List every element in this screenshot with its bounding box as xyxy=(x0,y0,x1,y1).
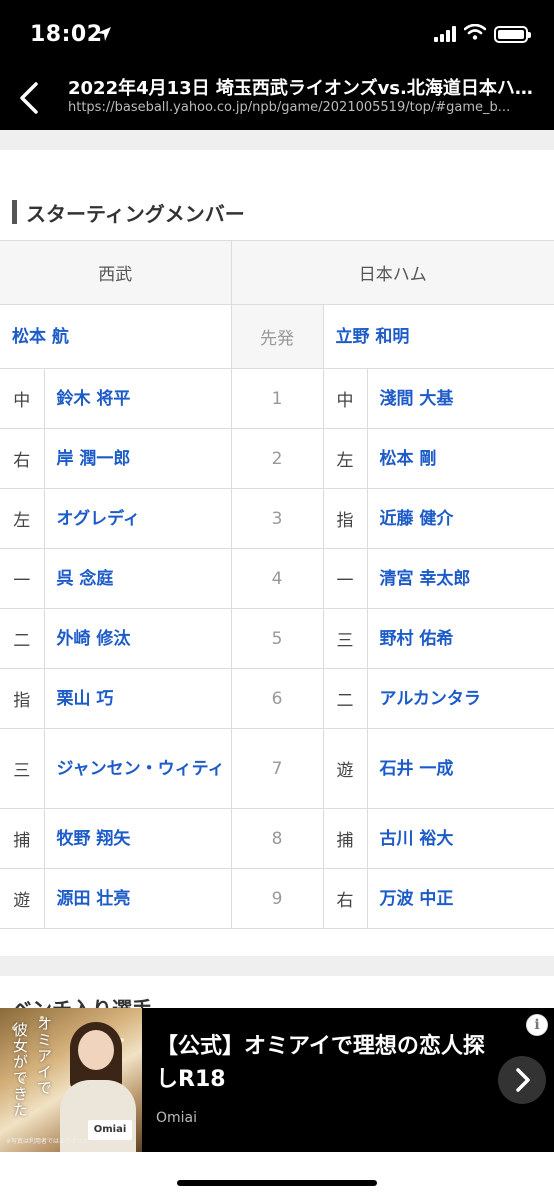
player-name-away[interactable]: 万波 中正 xyxy=(366,868,554,929)
player-name-away[interactable]: アルカンタラ xyxy=(366,668,554,729)
team-name-home: 西武 xyxy=(0,240,232,305)
batting-order: 5 xyxy=(230,608,324,669)
ad-headline[interactable]: 【公式】オミアイで理想の恋人探しR18 xyxy=(156,1030,494,1096)
position-home: 三 xyxy=(0,728,45,809)
ad-next-button[interactable] xyxy=(498,1056,546,1104)
section-marker xyxy=(12,200,17,224)
player-name-away[interactable]: 近藤 健介 xyxy=(366,488,554,549)
position-away: 遊 xyxy=(322,728,368,809)
player-name-away[interactable]: 古川 裕大 xyxy=(366,808,554,869)
batting-order: 1 xyxy=(230,368,324,429)
position-away: 一 xyxy=(322,548,368,609)
table-row: 遊 源田 壮亮 9 右 万波 中正 xyxy=(0,868,554,929)
player-name-home[interactable]: 源田 壮亮 xyxy=(43,868,232,929)
section-divider xyxy=(0,956,554,976)
status-icons xyxy=(434,23,531,44)
player-name-away[interactable]: 石井 一成 xyxy=(366,728,554,809)
player-name-away[interactable]: 松本 剛 xyxy=(366,428,554,489)
position-home: 一 xyxy=(0,548,45,609)
batting-order: 3 xyxy=(230,488,324,549)
position-away: 三 xyxy=(322,608,368,669)
player-name-home[interactable]: 外崎 修汰 xyxy=(43,608,232,669)
starting-pitcher-away[interactable]: 立野 和明 xyxy=(322,304,554,369)
starting-lineup-table: 西武 日本ハム 松本 航 先発 立野 和明 中 鈴木 将平 1 中 淺間 大基 … xyxy=(0,240,554,929)
position-away: 中 xyxy=(322,368,368,429)
location-arrow-icon xyxy=(96,26,112,46)
table-row: 中 鈴木 将平 1 中 淺間 大基 xyxy=(0,368,554,429)
section-divider xyxy=(0,130,554,150)
back-button[interactable] xyxy=(14,80,46,116)
team-name-away: 日本ハム xyxy=(230,240,554,305)
player-name-home[interactable]: 岸 潤一郎 xyxy=(43,428,232,489)
top-bar: 18:02 2022年4月13日 埼玉西武ライオンズvs.北海道日本ハムファイタ… xyxy=(0,0,554,130)
ad-sponsor: Omiai xyxy=(156,1110,198,1126)
position-home: 捕 xyxy=(0,808,45,869)
page-title: 2022年4月13日 埼玉西武ライオンズvs.北海道日本ハムファイターズ xyxy=(68,78,538,99)
position-away: 指 xyxy=(322,488,368,549)
position-home: 遊 xyxy=(0,868,45,929)
status-time: 18:02 xyxy=(30,22,103,47)
ad-fineprint: ※写真は利用者ではありません xyxy=(6,1138,89,1145)
batting-order: 9 xyxy=(230,868,324,929)
position-home: 二 xyxy=(0,608,45,669)
player-name-home[interactable]: オグレディ xyxy=(43,488,232,549)
position-home: 指 xyxy=(0,668,45,729)
table-row: 左 オグレディ 3 指 近藤 健介 xyxy=(0,488,554,549)
ad-image-text: オミアイで xyxy=(35,1016,53,1096)
omiai-logo: Omiai xyxy=(88,1120,132,1140)
batting-order: 6 xyxy=(230,668,324,729)
position-away: 二 xyxy=(322,668,368,729)
ad-banner[interactable]: オミアイで 彼女ができた Omiai ※写真は利用者ではありません 【公式】オミ… xyxy=(0,1008,554,1152)
table-row: 三 ジャンセン・ウィティ 7 遊 石井 一成 xyxy=(0,728,554,809)
player-name-away[interactable]: 野村 佑希 xyxy=(366,608,554,669)
table-row: 右 岸 潤一郎 2 左 松本 剛 xyxy=(0,428,554,489)
player-name-home[interactable]: 牧野 翔矢 xyxy=(43,808,232,869)
ad-image[interactable]: オミアイで 彼女ができた Omiai ※写真は利用者ではありません xyxy=(0,1008,142,1152)
cellular-signal-icon xyxy=(434,26,456,42)
table-row: 一 呉 念庭 4 一 清宮 幸太郎 xyxy=(0,548,554,609)
player-name-home[interactable]: 栗山 巧 xyxy=(43,668,232,729)
info-icon[interactable]: i xyxy=(526,1014,548,1036)
position-home: 中 xyxy=(0,368,45,429)
position-away: 捕 xyxy=(322,808,368,869)
position-away: 左 xyxy=(322,428,368,489)
table-row: 捕 牧野 翔矢 8 捕 古川 裕大 xyxy=(0,808,554,869)
battery-icon xyxy=(494,25,531,43)
player-name-away[interactable]: 淺間 大基 xyxy=(366,368,554,429)
batting-order: 8 xyxy=(230,808,324,869)
ad-image-text: 彼女ができた xyxy=(11,1022,29,1118)
chevron-right-icon xyxy=(516,1068,530,1092)
team-header-row: 西武 日本ハム xyxy=(0,240,554,305)
position-home: 右 xyxy=(0,428,45,489)
wifi-icon xyxy=(463,23,487,44)
batting-order: 2 xyxy=(230,428,324,489)
section-title: スターティングメンバー xyxy=(26,202,245,226)
table-row: 指 栗山 巧 6 二 アルカンタラ xyxy=(0,668,554,729)
starting-pitcher-home[interactable]: 松本 航 xyxy=(0,304,232,369)
table-row: 二 外崎 修汰 5 三 野村 佑希 xyxy=(0,608,554,669)
starter-label: 先発 xyxy=(230,304,324,369)
batting-order: 4 xyxy=(230,548,324,609)
home-indicator[interactable] xyxy=(177,1180,377,1186)
player-name-home[interactable]: 鈴木 将平 xyxy=(43,368,232,429)
batting-order: 7 xyxy=(230,728,324,809)
starting-members-header: スターティングメンバー xyxy=(0,180,554,240)
position-home: 左 xyxy=(0,488,45,549)
position-away: 右 xyxy=(322,868,368,929)
pitcher-row: 松本 航 先発 立野 和明 xyxy=(0,304,554,369)
player-name-home[interactable]: 呉 念庭 xyxy=(43,548,232,609)
player-name-away[interactable]: 清宮 幸太郎 xyxy=(366,548,554,609)
player-name-home[interactable]: ジャンセン・ウィティ xyxy=(43,728,232,809)
page-url[interactable]: https://baseball.yahoo.co.jp/npb/game/20… xyxy=(68,100,538,115)
